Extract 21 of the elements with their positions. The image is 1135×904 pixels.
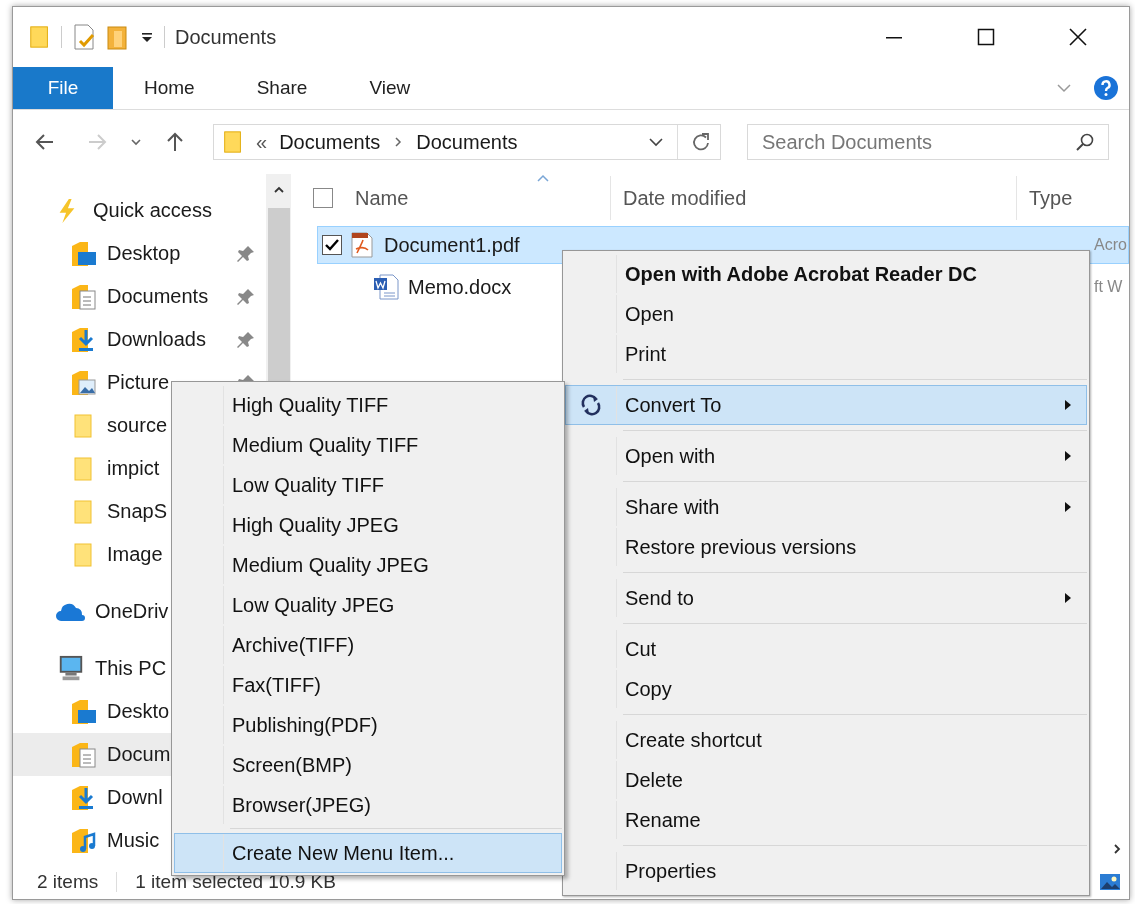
nav-label: Downl [107, 786, 163, 809]
file-type: Acro [1094, 236, 1128, 254]
nav-label: SnapS [107, 500, 168, 523]
nav-label: OneDriv [95, 600, 169, 623]
nav-label: Music [107, 829, 160, 852]
nav-label: Picture [107, 371, 170, 394]
window-title: Documents [175, 25, 277, 49]
nav-label: Deskto [107, 700, 170, 723]
nav-label: Downloads [107, 328, 206, 351]
file-name: Document1.pdf [384, 233, 520, 257]
nav-label: impict [107, 457, 160, 480]
nav-label: Desktop [107, 242, 181, 265]
nav-label: Image [107, 543, 163, 566]
file-name: Memo.docx [408, 275, 512, 299]
nav-label: Quick access [93, 199, 212, 222]
nav-label: This PC [95, 657, 167, 680]
file-type: ft W [1094, 278, 1124, 296]
nav-label: Docum [107, 743, 171, 766]
nav-label: source [107, 414, 168, 437]
nav-label: Documents [107, 285, 209, 308]
item-count: 2 items [37, 871, 99, 893]
